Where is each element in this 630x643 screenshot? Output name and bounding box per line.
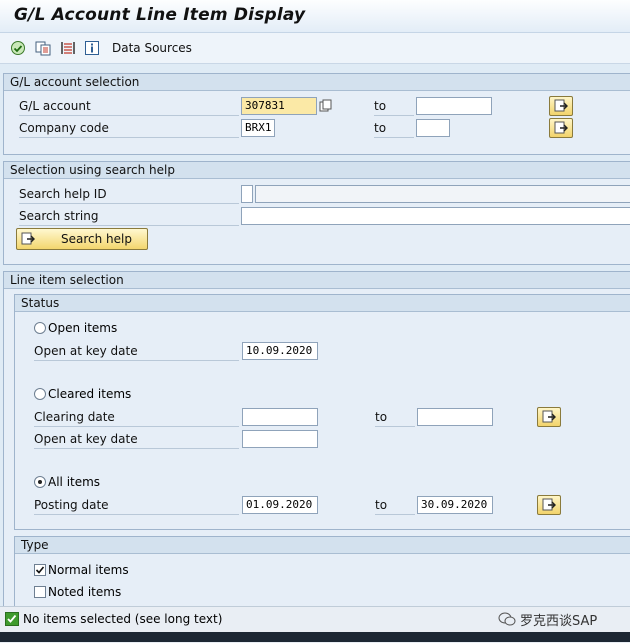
cleared-key-date-label: Open at key date <box>34 431 239 449</box>
cleared-items-radio[interactable] <box>34 388 46 400</box>
multiple-selection-button[interactable] <box>537 407 561 427</box>
search-string-field[interactable] <box>241 207 630 225</box>
group-header: Status <box>15 295 630 312</box>
open-items-radio[interactable] <box>34 322 46 334</box>
to-label: to <box>374 98 414 116</box>
open-key-date-label: Open at key date <box>34 343 239 361</box>
dynamic-selections-icon[interactable] <box>60 40 76 56</box>
gl-account-field[interactable]: 307831 <box>241 97 317 115</box>
company-code-to-field[interactable] <box>416 119 450 137</box>
execute-icon[interactable] <box>10 40 26 56</box>
info-icon[interactable] <box>84 40 100 56</box>
multiple-selection-button[interactable] <box>549 118 573 138</box>
company-code-field[interactable]: BRX1 <box>241 119 275 137</box>
group-header: Selection using search help <box>4 162 630 179</box>
bottom-edge <box>0 632 630 642</box>
to-label: to <box>375 497 415 515</box>
multiple-selection-button[interactable] <box>549 96 573 116</box>
normal-items-checkbox[interactable] <box>34 564 46 576</box>
get-variant-icon[interactable] <box>35 40 51 56</box>
multiple-selection-button[interactable] <box>537 495 561 515</box>
status-group: Status Open items Open at key date 10.09… <box>14 294 630 530</box>
gl-account-selection-group: G/L account selection G/L account 307831… <box>3 73 630 155</box>
gl-account-label: G/L account <box>19 98 239 116</box>
page-title: G/L Account Line Item Display <box>14 5 306 25</box>
search-help-button[interactable]: Search help <box>16 228 148 250</box>
data-sources-button[interactable]: Data Sources <box>112 41 192 55</box>
posting-date-label: Posting date <box>34 497 239 515</box>
cleared-items-label: Cleared items <box>48 387 132 401</box>
noted-items-checkbox[interactable] <box>34 586 46 598</box>
line-item-selection-group: Line item selection Status Open items Op… <box>3 271 630 618</box>
arrow-right-icon <box>21 232 37 249</box>
to-label: to <box>375 409 415 427</box>
search-string-label: Search string <box>19 208 239 226</box>
clearing-date-from-field[interactable] <box>242 408 318 426</box>
posting-date-from-field[interactable]: 01.09.2020 <box>242 496 318 514</box>
title-bar: G/L Account Line Item Display <box>0 0 630 33</box>
company-code-label: Company code <box>19 120 239 138</box>
search-help-id-description <box>255 185 630 203</box>
search-help-id-label: Search help ID <box>19 186 239 204</box>
posting-date-to-field[interactable]: 30.09.2020 <box>417 496 493 514</box>
group-header: Line item selection <box>4 272 630 289</box>
normal-items-label: Normal items <box>48 563 129 577</box>
open-items-label: Open items <box>48 321 118 335</box>
search-help-id-field[interactable] <box>241 185 253 203</box>
watermark-text: 罗克西谈SAP <box>520 614 598 629</box>
search-help-button-label: Search help <box>61 232 132 246</box>
group-header: G/L account selection <box>4 74 630 91</box>
noted-items-label: Noted items <box>48 585 122 599</box>
open-key-date-field[interactable]: 10.09.2020 <box>242 342 318 360</box>
clearing-date-to-field[interactable] <box>417 408 493 426</box>
all-items-label: All items <box>48 475 101 489</box>
cleared-key-date-field[interactable] <box>242 430 318 448</box>
success-check-icon <box>5 612 19 626</box>
search-help-group: Selection using search help Search help … <box>3 161 630 265</box>
wechat-icon <box>498 612 516 626</box>
all-items-radio[interactable] <box>34 476 46 488</box>
clearing-date-label: Clearing date <box>34 409 239 427</box>
group-header: Type <box>15 537 630 554</box>
to-label: to <box>374 120 414 138</box>
application-toolbar: Data Sources <box>0 33 630 64</box>
gl-account-to-field[interactable] <box>416 97 492 115</box>
search-help-icon[interactable] <box>319 99 333 113</box>
status-message[interactable]: No items selected (see long text) <box>23 612 222 626</box>
